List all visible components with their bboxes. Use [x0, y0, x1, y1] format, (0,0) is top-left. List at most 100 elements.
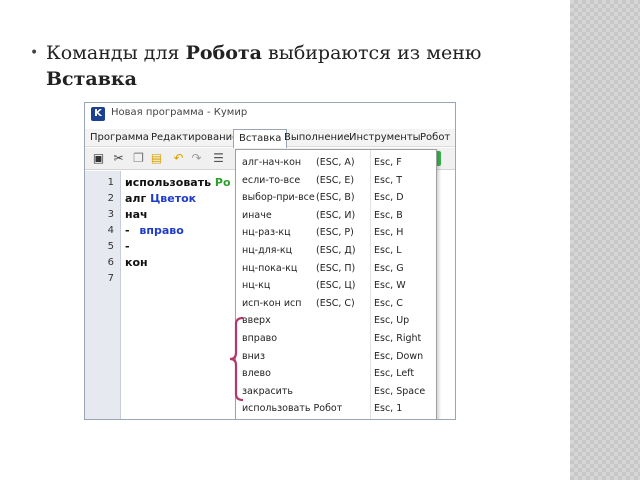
menu-item[interactable]: нц-раз-кц (ESC, P) Esc, H: [236, 224, 436, 241]
line-number: 1: [107, 177, 114, 188]
robot-commands-bracket: [229, 316, 244, 402]
menu-item-label: если-то-все: [242, 174, 301, 186]
menu-item-label: использовать Робот: [242, 403, 343, 415]
code-line-6: кон: [125, 256, 148, 269]
line-number: 2: [107, 193, 114, 204]
keyword: использовать: [125, 176, 212, 189]
menu-item-shortcut: Esc, F: [374, 157, 402, 168]
menu-item-label: нц-для-кц: [242, 245, 293, 256]
keyword: нач: [125, 208, 148, 221]
paste-icon[interactable]: ▤: [149, 151, 164, 166]
menu-item[interactable]: нц-для-кц (ESC, Д) Esc, L: [236, 242, 436, 259]
window-title: Новая программа - Кумир: [111, 107, 248, 118]
menu-item-label: вверх: [242, 315, 271, 327]
menu-item-label: иначе: [242, 209, 272, 221]
keyword: алг: [125, 192, 147, 205]
menu-item-hotkey: (ESC, A): [316, 157, 355, 168]
menu-item-label: исп-кон исп: [242, 297, 302, 309]
bullet-robot-word: Робота: [185, 42, 262, 64]
bullet-text-part: Команды для: [46, 42, 186, 64]
menu-item-label: вниз: [242, 350, 266, 362]
menu-item[interactable]: использовать Робот Esc, 1: [236, 400, 436, 417]
save-icon[interactable]: ▣: [91, 151, 106, 166]
code-line-5: -: [125, 240, 130, 253]
menu-item-shortcut: Esc, G: [374, 262, 404, 274]
menu-item-label: вправо: [242, 333, 278, 344]
menu-item-shortcut: Esc, Right: [374, 333, 422, 344]
menu-item-shortcut: Esc, D: [374, 192, 404, 204]
menu-item-label: закрасить: [242, 385, 293, 397]
algorithm-name: Цветок: [150, 192, 197, 205]
command-name: вправо: [139, 224, 184, 237]
menu-item-hotkey: (ESC, C): [316, 297, 355, 309]
keyword: кон: [125, 256, 148, 269]
menu-run[interactable]: Выполнение: [284, 132, 350, 143]
bullet-text-part: выбираются из меню: [261, 42, 482, 64]
menu-item-hotkey: (ESC, Ц): [316, 280, 356, 292]
undo-icon[interactable]: ↶: [171, 151, 186, 166]
menu-item-label: нц-кц: [242, 280, 271, 292]
cut-icon[interactable]: ✂: [111, 151, 126, 166]
menu-item[interactable]: влево Esc, Left: [236, 365, 436, 382]
menu-item[interactable]: если-то-все (ESC, E) Esc, T: [236, 172, 436, 189]
slide-side-pattern: [570, 0, 640, 480]
line-number: 3: [107, 209, 114, 220]
menu-item-label: алг-нач-кон: [242, 157, 302, 168]
menu-item[interactable]: иначе (ESC, И) Esc, B: [236, 207, 436, 224]
menu-item[interactable]: алг-нач-кон (ESC, A) Esc, F: [236, 154, 436, 171]
kumir-app-icon: K: [91, 107, 105, 121]
menu-robot[interactable]: Робот: [420, 132, 450, 143]
bullet-insert-word: Вставка: [46, 68, 137, 90]
menu-edit[interactable]: Редактирование: [151, 132, 238, 143]
line-number-gutter: 1 2 3 4 5 6 7: [85, 171, 121, 419]
line-number: 7: [107, 273, 114, 284]
menu-item-shortcut: Esc, B: [374, 209, 403, 221]
menu-item-hotkey: (ESC, Д): [316, 245, 356, 256]
code-line-2: алг Цветок: [125, 192, 196, 205]
menu-item-shortcut: Esc, H: [374, 227, 404, 239]
menu-item-shortcut: Esc, T: [374, 174, 403, 186]
menu-item-hotkey: (ESC, E): [316, 174, 355, 186]
menu-item[interactable]: выбор-при-все (ESC, B) Esc, D: [236, 189, 436, 206]
menu-bar: Программа Редактирование Вставка Выполне…: [85, 129, 455, 149]
menu-item[interactable]: вниз Esc, Down: [236, 348, 436, 365]
menu-tools[interactable]: Инструменты: [349, 132, 421, 143]
dash-marker: -: [125, 240, 130, 253]
menu-item-shortcut: Esc, Down: [374, 350, 424, 362]
robot-identifier: Ро: [214, 176, 231, 189]
menu-item[interactable]: нц-кц (ESC, Ц) Esc, W: [236, 277, 436, 294]
menu-item-label: нц-пока-кц: [242, 262, 298, 274]
menu-item-label: влево: [242, 368, 271, 380]
kumir-window: K Новая программа - Кумир Программа Реда…: [84, 102, 456, 420]
line-number: 6: [107, 257, 114, 268]
menu-insert[interactable]: Вставка: [233, 129, 288, 149]
menu-item[interactable]: закрасить Esc, Space: [236, 383, 436, 400]
menu-item-hotkey: (ESC, И): [316, 209, 356, 221]
code-line-3: нач: [125, 208, 148, 221]
insert-dropdown-menu: алг-нач-кон (ESC, A) Esc, F если-то-все (ESC…: [235, 149, 437, 419]
code-line-4: - вправо: [125, 224, 184, 237]
menu-item-shortcut: Esc, C: [374, 297, 403, 309]
dash-marker: -: [125, 224, 130, 237]
bullet-dot: •: [30, 45, 39, 61]
bullet-text: Команды для Робота выбираются из меню Вс…: [46, 40, 496, 92]
menu-item[interactable]: вверх Esc, Up: [236, 312, 436, 329]
menu-item-hotkey: (ESC, B): [316, 192, 355, 204]
document-icon[interactable]: ☰: [211, 151, 226, 166]
redo-icon[interactable]: ↷: [189, 151, 204, 166]
menu-item-label: нц-раз-кц: [242, 227, 291, 239]
menu-item-shortcut: Esc, W: [374, 280, 406, 292]
menu-item-hotkey: (ESC, P): [316, 227, 354, 239]
menu-item-label: выбор-при-все: [242, 192, 315, 204]
menu-item-shortcut: Esc, Up: [374, 315, 410, 327]
menu-item-shortcut: Esc, 1: [374, 403, 403, 415]
line-number: 4: [107, 225, 114, 236]
window-titlebar: K Новая программа - Кумир: [85, 103, 455, 125]
copy-icon[interactable]: ❐: [131, 151, 146, 166]
menu-item-shortcut: Esc, Left: [374, 368, 415, 380]
menu-program[interactable]: Программа: [90, 132, 149, 143]
menu-item[interactable]: нц-пока-кц (ESC, П) Esc, G: [236, 260, 436, 277]
menu-item[interactable]: вправо Esc, Right: [236, 330, 436, 347]
code-line-1: использовать Ро: [125, 176, 231, 189]
menu-item[interactable]: исп-кон исп (ESC, C) Esc, C: [236, 295, 436, 312]
